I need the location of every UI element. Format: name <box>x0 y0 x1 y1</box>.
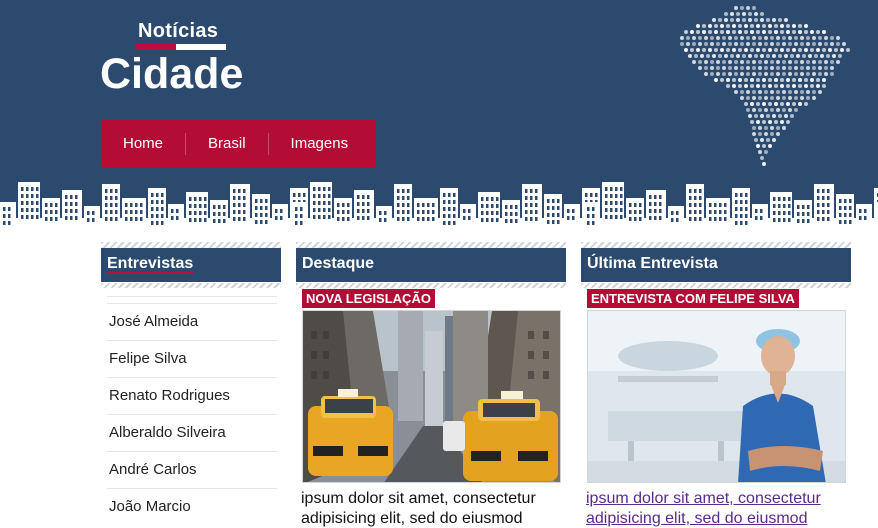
logo-cidade: Cidade <box>100 50 244 98</box>
latest-interview-excerpt-link[interactable]: ipsum dolor sit amet, consectetur adipis… <box>586 489 851 528</box>
interviews-column: Entrevistas José Almeida Felipe Silva Re… <box>101 242 281 525</box>
list-divider <box>107 296 277 303</box>
featured-photo-taxis[interactable] <box>302 310 561 483</box>
main-nav: Home Brasil Imagens <box>101 120 376 167</box>
nav-brasil[interactable]: Brasil <box>185 132 268 155</box>
featured-column: Destaque NOVA LEGISLAÇÃO ipsum dolor sit… <box>296 242 566 527</box>
latest-interview-tag: ENTREVISTA COM FELIPE SILVA <box>587 289 799 308</box>
interview-andre-carlos[interactable]: André Carlos <box>107 451 277 488</box>
interview-jose-almeida[interactable]: José Almeida <box>107 303 277 340</box>
interview-alberaldo-silveira[interactable]: Alberaldo Silveira <box>107 414 277 451</box>
interviews-heading: Entrevistas <box>101 242 281 288</box>
brazil-map-icon <box>680 6 850 166</box>
latest-interview-heading: Última Entrevista <box>581 242 851 288</box>
featured-excerpt: ipsum dolor sit amet, consectetur adipis… <box>301 490 536 527</box>
nav-imagens[interactable]: Imagens <box>267 132 371 155</box>
site-header: Notícias Cidade Home Brasil Imagens <box>0 0 878 228</box>
latest-interview-photo-doctor[interactable] <box>587 310 846 483</box>
featured-tag: NOVA LEGISLAÇÃO <box>302 289 435 308</box>
interviews-list: José Almeida Felipe Silva Renato Rodrigu… <box>101 296 281 525</box>
interview-renato-rodrigues[interactable]: Renato Rodrigues <box>107 377 277 414</box>
logo-noticias: Notícias <box>138 20 219 42</box>
featured-heading: Destaque <box>296 242 566 288</box>
interview-joao-marcio[interactable]: João Marcio <box>107 488 277 525</box>
nav-home[interactable]: Home <box>101 133 185 155</box>
city-skyline-illustration <box>0 182 878 228</box>
latest-interview-column: Última Entrevista ENTREVISTA COM FELIPE … <box>581 242 851 527</box>
interview-felipe-silva[interactable]: Felipe Silva <box>107 340 277 377</box>
